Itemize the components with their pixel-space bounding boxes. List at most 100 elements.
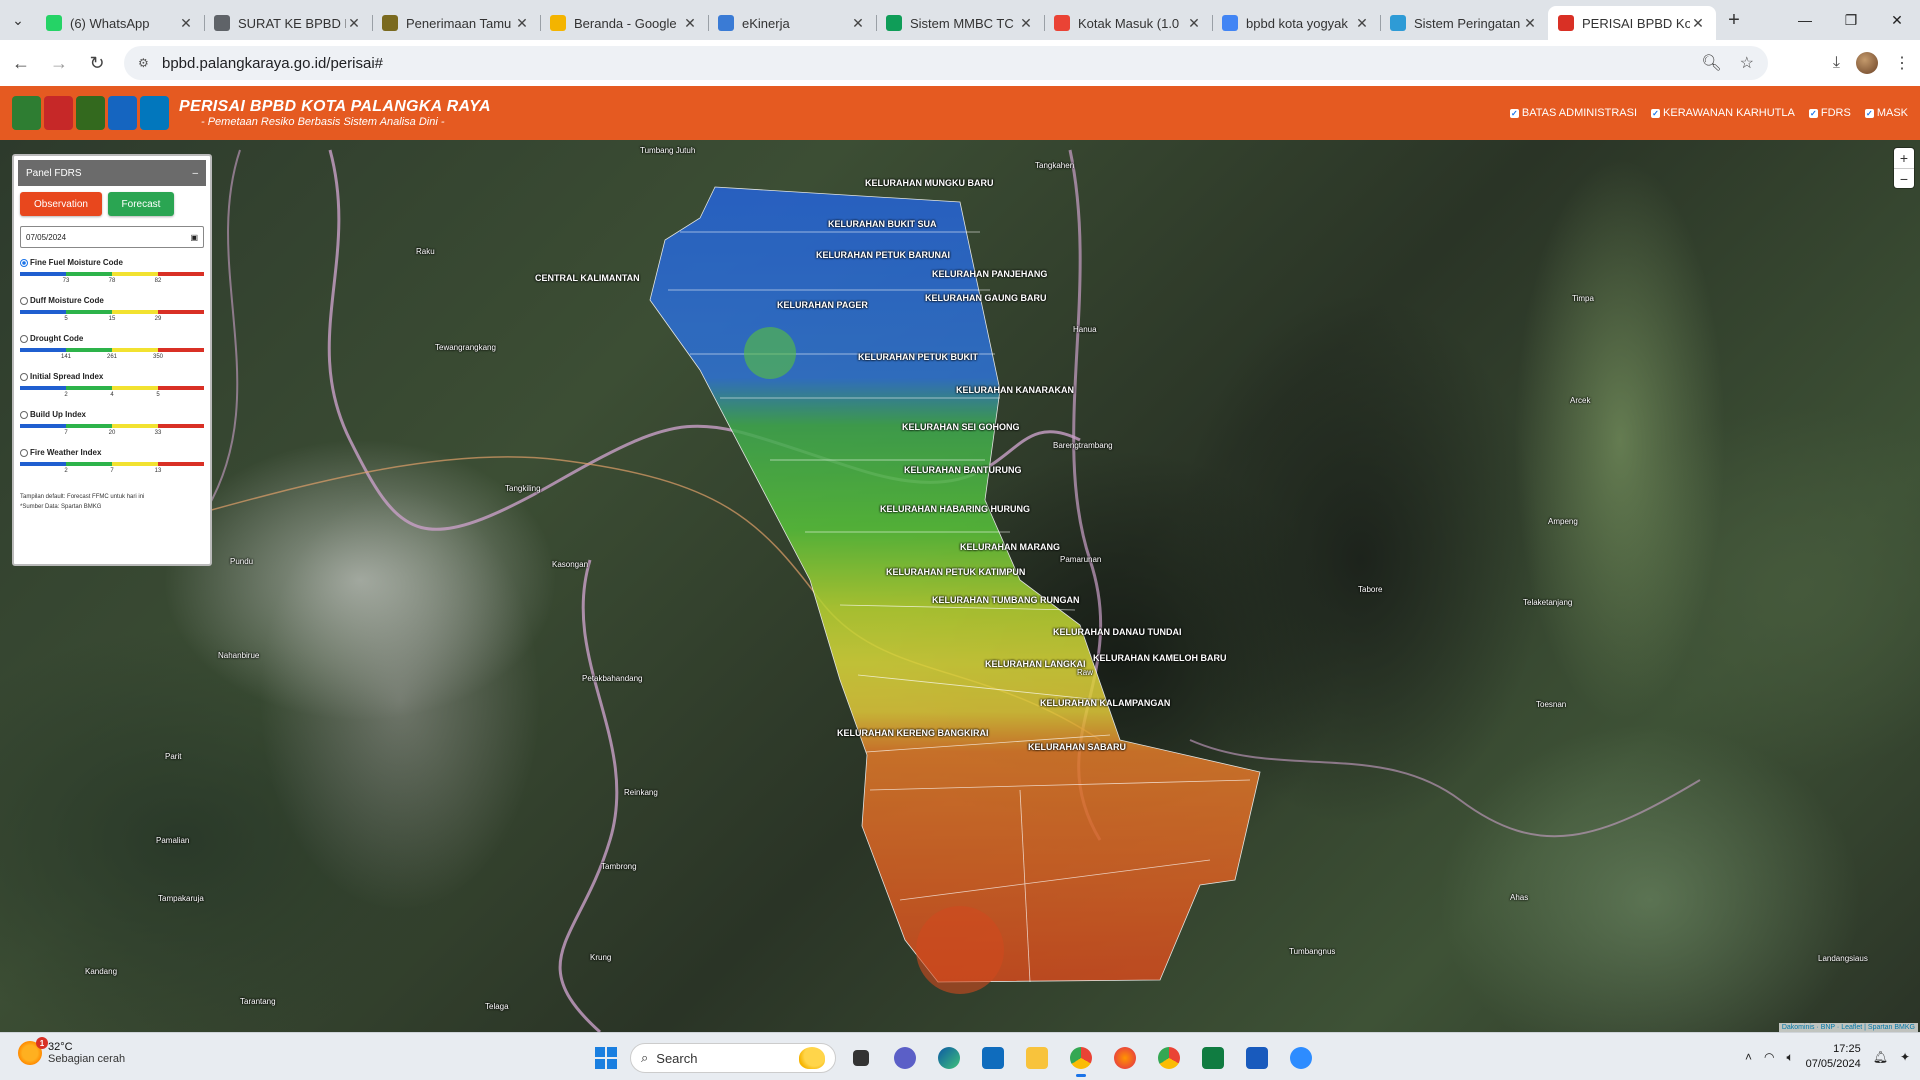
layer-toggle[interactable]: ✓ BATAS ADMINISTRASI xyxy=(1509,107,1637,119)
edge-icon[interactable] xyxy=(930,1039,968,1077)
fdrs-index-option[interactable]: Drought Code 141 261 350 xyxy=(20,334,204,362)
close-tab-icon[interactable]: ✕ xyxy=(346,15,362,32)
place-label: CENTRAL KALIMANTAN xyxy=(535,273,640,283)
close-tab-icon[interactable]: ✕ xyxy=(1186,15,1202,32)
close-tab-icon[interactable]: ✕ xyxy=(514,15,530,32)
fdrs-panel: Panel FDRS – Observation Forecast 07/05/… xyxy=(12,154,212,566)
profile-avatar[interactable] xyxy=(1856,52,1878,74)
radio-button[interactable] xyxy=(20,410,28,419)
close-tab-icon[interactable]: ✕ xyxy=(1690,15,1706,32)
weather-sun-icon: 1 xyxy=(18,1037,48,1065)
scale-tick: 15 xyxy=(108,316,116,322)
browser-tab[interactable]: PERISAI BPBD Kot ✕ xyxy=(1548,6,1716,40)
mail-icon[interactable] xyxy=(974,1039,1012,1077)
radio-button[interactable] xyxy=(20,372,28,381)
start-button[interactable] xyxy=(588,1040,624,1076)
tab-search-chevron-icon[interactable]: ⌄ xyxy=(0,0,36,40)
copilot-icon[interactable]: ✦ xyxy=(1900,1050,1910,1064)
browser-tab[interactable]: Sistem MMBC TC ✕ xyxy=(876,6,1044,40)
browser-tab[interactable]: eKinerja ✕ xyxy=(708,6,876,40)
logo-group xyxy=(12,96,169,130)
zoom-lens-icon[interactable]: 🔍︎ xyxy=(1701,53,1721,73)
browser-tab[interactable]: Kotak Masuk (1.0 ✕ xyxy=(1044,6,1212,40)
close-tab-icon[interactable]: ✕ xyxy=(682,15,698,32)
map-attribution[interactable]: Dakominis · BNP · Leaflet | Spartan BMKG xyxy=(1778,1023,1918,1032)
chrome-profile-icon[interactable] xyxy=(1150,1039,1188,1077)
radio-button[interactable] xyxy=(20,448,28,457)
zoom-app-icon[interactable] xyxy=(1282,1039,1320,1077)
wifi-icon[interactable]: ◠ xyxy=(1764,1050,1774,1064)
kelurahan-label: KELURAHAN SABARU xyxy=(1028,742,1126,752)
layer-toggle[interactable]: ✓ MASK xyxy=(1864,107,1908,119)
zoom-out-button[interactable]: − xyxy=(1894,168,1914,188)
checkbox-checked-icon[interactable]: ✓ xyxy=(1509,108,1519,118)
site-info-icon[interactable]: ⚙ xyxy=(138,56,152,70)
tray-chevron-icon[interactable]: ˄ xyxy=(1745,1050,1752,1064)
url-text[interactable]: bpbd.palangkaraya.go.id/perisai# xyxy=(162,55,383,72)
reload-icon[interactable]: ↻ xyxy=(80,46,114,80)
observation-button[interactable]: Observation xyxy=(20,192,102,216)
checkbox-checked-icon[interactable]: ✓ xyxy=(1864,108,1874,118)
word-icon[interactable] xyxy=(1238,1039,1276,1077)
browser-tab[interactable]: Beranda - Google ✕ xyxy=(540,6,708,40)
browser-tab[interactable]: (6) WhatsApp ✕ xyxy=(36,6,204,40)
browser-menu-icon[interactable]: ⋮ xyxy=(1894,53,1910,73)
place-label: Telaga xyxy=(485,1002,509,1011)
zoom-in-button[interactable]: + xyxy=(1894,148,1914,168)
close-tab-icon[interactable]: ✕ xyxy=(1018,15,1034,32)
browser-tab[interactable]: SURAT KE BPBD K ✕ xyxy=(204,6,372,40)
wave-icon xyxy=(1390,15,1406,31)
collapse-icon[interactable]: – xyxy=(192,168,198,179)
fdrs-index-option[interactable]: Fine Fuel Moisture Code 73 78 82 xyxy=(20,258,204,286)
new-tab-button[interactable]: + xyxy=(1716,9,1752,32)
radio-button[interactable] xyxy=(20,258,28,267)
file-explorer-icon[interactable] xyxy=(1018,1039,1056,1077)
fdrs-index-option[interactable]: Duff Moisture Code 5 15 29 xyxy=(20,296,204,324)
date-input[interactable]: 07/05/2024 ▣ xyxy=(20,226,204,248)
meet-icon[interactable] xyxy=(886,1039,924,1077)
browser-tab[interactable]: Penerimaan Tamu ✕ xyxy=(372,6,540,40)
calendar-icon[interactable]: ▣ xyxy=(190,233,198,242)
layer-toggle[interactable]: ✓ FDRS xyxy=(1808,107,1851,119)
close-tab-icon[interactable]: ✕ xyxy=(1354,15,1370,32)
checkbox-checked-icon[interactable]: ✓ xyxy=(1651,108,1661,118)
taskbar: 1 32°C Sebagian cerah ⌕ Search ˄ ◠ 🔈︎ 17… xyxy=(0,1032,1920,1080)
close-window-icon[interactable]: ✕ xyxy=(1874,0,1920,40)
fdrs-index-option[interactable]: Build Up Index 7 20 33 xyxy=(20,410,204,438)
volume-icon[interactable]: 🔈︎ xyxy=(1786,1050,1793,1065)
fdrs-index-option[interactable]: Initial Spread Index 2 4 5 xyxy=(20,372,204,400)
browser-tab[interactable]: Sistem Peringatan ✕ xyxy=(1380,6,1548,40)
weather-widget[interactable]: 1 32°C Sebagian cerah xyxy=(18,1037,125,1065)
checkbox-checked-icon[interactable]: ✓ xyxy=(1808,108,1818,118)
firefox-icon[interactable] xyxy=(1106,1039,1144,1077)
place-label: Raw xyxy=(1077,668,1094,677)
browser-tab[interactable]: bpbd kota yogyak ✕ xyxy=(1212,6,1380,40)
excel-icon[interactable] xyxy=(1194,1039,1232,1077)
chrome-icon[interactable] xyxy=(1062,1039,1100,1077)
kelurahan-label: KELURAHAN PETUK BUKIT xyxy=(858,352,978,362)
close-tab-icon[interactable]: ✕ xyxy=(850,15,866,32)
radio-button[interactable] xyxy=(20,296,28,305)
scale-ticks: 73 78 82 xyxy=(20,276,204,286)
clock[interactable]: 17:25 07/05/2024 xyxy=(1806,1042,1861,1072)
place-label: Reinkang xyxy=(624,788,658,797)
omnibox[interactable]: ⚙ bpbd.palangkaraya.go.id/perisai# 🔍︎ ☆ xyxy=(124,46,1768,80)
download-icon[interactable]: ⤓ xyxy=(1833,54,1840,72)
gmail-icon xyxy=(1054,15,1070,31)
task-view-icon[interactable] xyxy=(842,1039,880,1077)
back-icon[interactable]: ← xyxy=(4,46,38,80)
taskbar-search[interactable]: ⌕ Search xyxy=(630,1043,836,1073)
minimize-icon[interactable]: — xyxy=(1782,0,1828,40)
forward-icon[interactable]: → xyxy=(42,46,76,80)
forecast-button[interactable]: Forecast xyxy=(108,192,174,216)
notification-bell-icon[interactable]: 🔔︎ xyxy=(1873,1050,1888,1064)
bookmark-star-icon[interactable]: ☆ xyxy=(1740,53,1754,73)
close-tab-icon[interactable]: ✕ xyxy=(1522,15,1538,32)
tab-title: Kotak Masuk (1.0 xyxy=(1078,15,1180,31)
layer-toggle[interactable]: ✓ KERAWANAN KARHUTLA xyxy=(1651,107,1795,119)
restore-icon[interactable]: ❐ xyxy=(1828,0,1874,40)
map-canvas[interactable]: KELURAHAN MUNGKU BARU KELURAHAN BUKIT SUA… xyxy=(0,140,1920,1032)
fdrs-index-option[interactable]: Fire Weather Index 2 7 13 xyxy=(20,448,204,476)
radio-button[interactable] xyxy=(20,334,28,343)
close-tab-icon[interactable]: ✕ xyxy=(178,15,194,32)
